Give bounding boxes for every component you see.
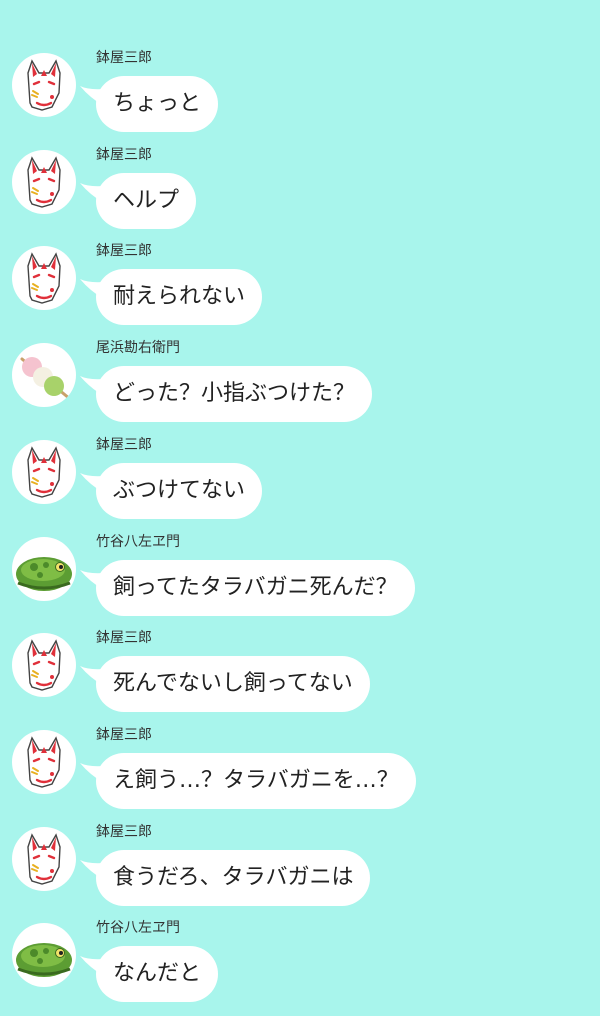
fox-mask-icon[interactable]: [12, 439, 76, 504]
chat-message: 鉢屋三郎え飼う…？タラバガニを…？: [0, 723, 600, 823]
message-bubble[interactable]: 耐えられない: [96, 269, 263, 326]
message-bubble[interactable]: 食うだろ、タラバガニは: [96, 849, 371, 906]
sender-name: 鉢屋三郎: [96, 823, 152, 840]
chat-message: 鉢屋三郎 ヘルプ: [0, 143, 600, 243]
chat-message: 鉢屋三郎ぶつけてない: [0, 433, 600, 533]
message-bubble[interactable]: ヘルプ: [96, 172, 197, 229]
message-bubble[interactable]: どった？小指ぶつけた？: [96, 366, 373, 423]
chat-message: 尾浜勘右衛門どった？小指ぶつけた？: [0, 336, 600, 436]
toad-icon[interactable]: [12, 536, 76, 601]
fox-mask-icon[interactable]: [12, 149, 76, 214]
dango-icon[interactable]: [12, 343, 76, 408]
fox-mask-icon[interactable]: [12, 826, 76, 891]
fox-mask-icon[interactable]: [12, 246, 76, 311]
sender-name: 鉢屋三郎: [96, 436, 152, 453]
fox-mask-icon[interactable]: [12, 633, 76, 698]
message-bubble[interactable]: なんだと: [96, 946, 219, 1003]
chat-message: 竹谷八左ヱ門なんだと: [0, 916, 600, 1016]
message-bubble[interactable]: ちょっと: [96, 76, 219, 132]
chat-message: 鉢屋三郎食うだろ、タラバガニは: [0, 820, 600, 920]
fox-mask-icon[interactable]: [12, 729, 76, 794]
sender-name: 鉢屋三郎: [96, 146, 152, 163]
chat-message: 竹谷八左ヱ門飼ってたタラバガニ死んだ？: [0, 530, 600, 630]
sender-name: 竹谷八左ヱ門: [96, 920, 180, 937]
chat-message: 鉢屋三郎耐えられない: [0, 239, 600, 339]
sender-name: 鉢屋三郎: [96, 50, 152, 66]
message-bubble[interactable]: え飼う…？タラバガニを…？: [96, 752, 416, 809]
sender-name: 竹谷八左ヱ門: [96, 533, 180, 550]
message-bubble[interactable]: 飼ってたタラバガニ死んだ？: [96, 559, 415, 616]
sender-name: 鉢屋三郎: [96, 243, 152, 260]
toad-icon[interactable]: [12, 923, 76, 988]
sender-name: 鉢屋三郎: [96, 726, 152, 743]
chat-message: 鉢屋三郎死んでないし飼ってない: [0, 626, 600, 726]
sender-name: 尾浜勘右衛門: [96, 340, 180, 357]
chat-log[interactable]: 鉢屋三郎 ちょっと 鉢屋三郎 ヘルプ 鉢屋三郎 耐えられない 尾浜勘右衛門 どった？小指ぶつけ…: [0, 0, 600, 1010]
fox-mask-icon[interactable]: [12, 53, 76, 117]
message-bubble[interactable]: 死んでないし飼ってない: [96, 656, 370, 713]
sender-name: 鉢屋三郎: [96, 630, 152, 647]
chat-message: 鉢屋三郎 ちょっと: [0, 46, 600, 146]
message-bubble[interactable]: ぶつけてない: [96, 462, 263, 519]
